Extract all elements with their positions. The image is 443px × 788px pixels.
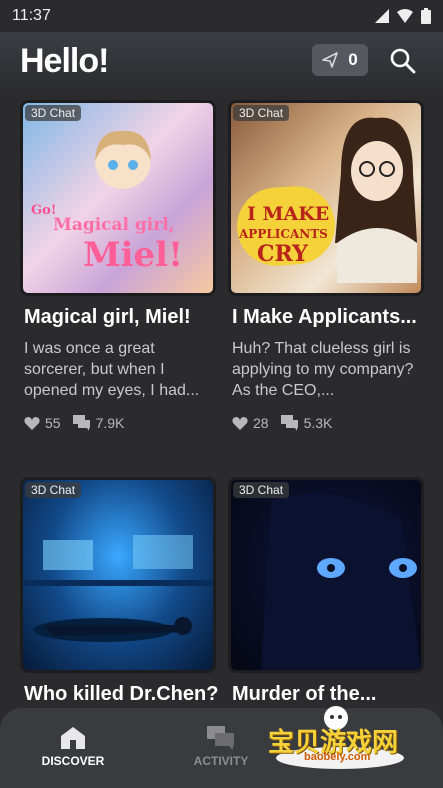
chat-type-badge: 3D Chat — [25, 482, 82, 498]
nav-discover-label: DISCOVER — [41, 754, 105, 768]
battery-icon — [421, 8, 431, 24]
nav-activity[interactable]: ACTIVITY — [166, 726, 276, 768]
status-icons — [375, 8, 431, 24]
art-text: CRY — [257, 241, 308, 267]
send-icon — [322, 52, 339, 68]
card-description: Huh? That clueless girl is applying to m… — [232, 340, 414, 399]
chats-stat: 7.9K — [72, 415, 125, 431]
card-artwork: I MAKE APPLICANTS CRY — [228, 100, 424, 296]
card-stats: 55 7.9K — [24, 415, 124, 431]
chats-count: 7.9K — [95, 415, 125, 431]
status-time: 11:37 — [12, 7, 51, 24]
art-text: Miel! — [83, 235, 184, 275]
notification-badge-button[interactable]: 0 — [312, 44, 368, 76]
nav-discover[interactable]: DISCOVER — [18, 726, 128, 768]
chat-type-badge: 3D Chat — [25, 105, 82, 121]
likes-count: 55 — [45, 415, 61, 431]
search-icon[interactable] — [388, 46, 418, 76]
card-artwork — [228, 477, 424, 673]
page-title: Hello! — [20, 42, 109, 80]
card-description: I was once a great sorcerer, but when I … — [24, 340, 200, 399]
heart-icon — [24, 417, 40, 430]
app-header: Hello! 0 — [0, 32, 443, 94]
watermark-url: baobeiy.com — [304, 751, 371, 763]
card-title: Who killed Dr.Chen? — [24, 683, 219, 705]
likes-count: 28 — [253, 415, 269, 431]
card-artwork: Go! Magical girl, Miel! — [20, 100, 216, 296]
card-artwork — [20, 477, 216, 673]
wifi-icon — [397, 9, 413, 23]
art-text: Magical girl, — [53, 215, 175, 235]
likes-stat: 55 — [24, 415, 61, 431]
character-illustration — [95, 130, 151, 189]
chat-bubbles-icon — [72, 415, 90, 431]
signal-icon — [375, 9, 389, 23]
dark-face-illustration — [261, 493, 421, 670]
card-title: Magical girl, Miel! — [24, 306, 191, 328]
chat-type-badge: 3D Chat — [233, 105, 290, 121]
watermark-logo: 宝贝游戏网 baobeiy.com — [268, 700, 408, 770]
chats-stat: 5.3K — [280, 415, 333, 431]
character-illustration — [335, 117, 417, 283]
likes-stat: 28 — [232, 415, 269, 431]
chats-count: 5.3K — [303, 415, 333, 431]
art-text: I MAKE — [247, 203, 330, 225]
home-icon — [61, 727, 85, 749]
card-stats: 28 5.3K — [232, 415, 332, 431]
notification-count: 0 — [348, 50, 358, 69]
lab-scene-illustration — [23, 535, 213, 642]
chat-bubbles-icon — [207, 726, 234, 750]
art-text: APPLICANTS — [239, 227, 328, 241]
status-bar: 11:37 — [0, 0, 443, 32]
chat-bubbles-icon — [280, 415, 298, 431]
nav-activity-label: ACTIVITY — [193, 754, 249, 768]
heart-icon — [232, 417, 248, 430]
card-title: I Make Applicants... — [232, 306, 417, 328]
chat-type-badge: 3D Chat — [233, 482, 290, 498]
